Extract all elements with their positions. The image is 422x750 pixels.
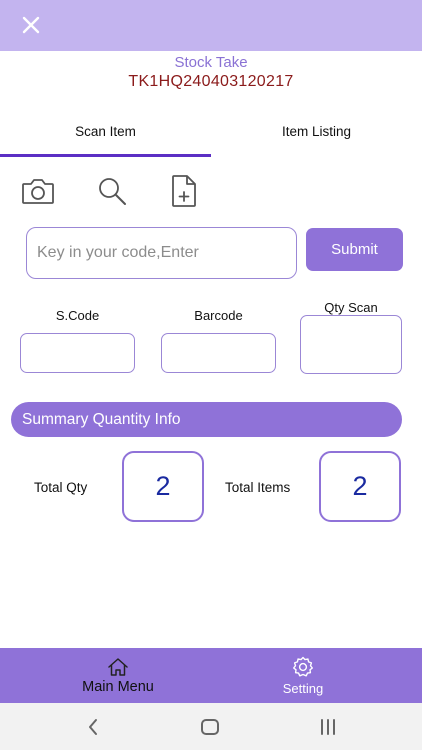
- add-file-icon[interactable]: [170, 174, 198, 208]
- system-recents-button[interactable]: [314, 713, 342, 741]
- home-icon: [108, 657, 128, 676]
- summary-header: Summary Quantity Info: [11, 402, 402, 437]
- nav-setting-label: Setting: [282, 680, 324, 696]
- submit-button[interactable]: Submit: [306, 228, 403, 271]
- summary-title: Summary Quantity Info: [22, 410, 181, 428]
- close-button[interactable]: [16, 10, 46, 40]
- barcode-field[interactable]: [161, 333, 276, 373]
- tab-scan-item[interactable]: Scan Item: [0, 124, 211, 139]
- system-nav-bar: [0, 703, 422, 750]
- total-items-label: Total Items: [225, 480, 291, 495]
- nav-main-menu-label: Main Menu: [82, 678, 154, 695]
- bottom-nav: Main Menu Setting: [0, 648, 422, 703]
- tab-item-listing[interactable]: Item Listing: [211, 124, 422, 139]
- scode-label: S.Code: [55, 308, 100, 323]
- home-circle-icon[interactable]: [200, 718, 220, 736]
- system-home-button[interactable]: [196, 713, 224, 741]
- camera-icon[interactable]: [21, 177, 55, 205]
- code-input[interactable]: [26, 227, 297, 279]
- total-qty-value: 2: [122, 451, 204, 522]
- stock-take-code: TK1HQ240403120217: [128, 73, 294, 90]
- recents-icon[interactable]: [319, 718, 337, 736]
- total-qty-number: 2: [155, 471, 171, 501]
- qty-scan-field[interactable]: [300, 315, 402, 374]
- total-items-value: 2: [319, 451, 401, 522]
- close-icon[interactable]: [22, 16, 40, 34]
- page-title: Stock Take: [174, 54, 248, 71]
- back-icon[interactable]: [87, 718, 99, 736]
- camera-button[interactable]: [20, 174, 56, 208]
- scode-field[interactable]: [20, 333, 135, 373]
- tab-active-indicator: [0, 154, 211, 157]
- search-icon[interactable]: [96, 175, 128, 207]
- top-bar: [0, 0, 422, 51]
- add-file-button[interactable]: [166, 174, 202, 208]
- nav-setting[interactable]: Setting: [250, 648, 356, 703]
- gear-icon: [293, 656, 313, 676]
- qty-scan-label: Qty Scan: [324, 300, 378, 315]
- search-button[interactable]: [94, 174, 130, 208]
- barcode-label: Barcode: [194, 308, 243, 323]
- total-qty-label: Total Qty: [34, 480, 88, 495]
- nav-main-menu[interactable]: Main Menu: [60, 648, 176, 703]
- system-back-button[interactable]: [79, 713, 107, 741]
- total-items-number: 2: [352, 471, 368, 501]
